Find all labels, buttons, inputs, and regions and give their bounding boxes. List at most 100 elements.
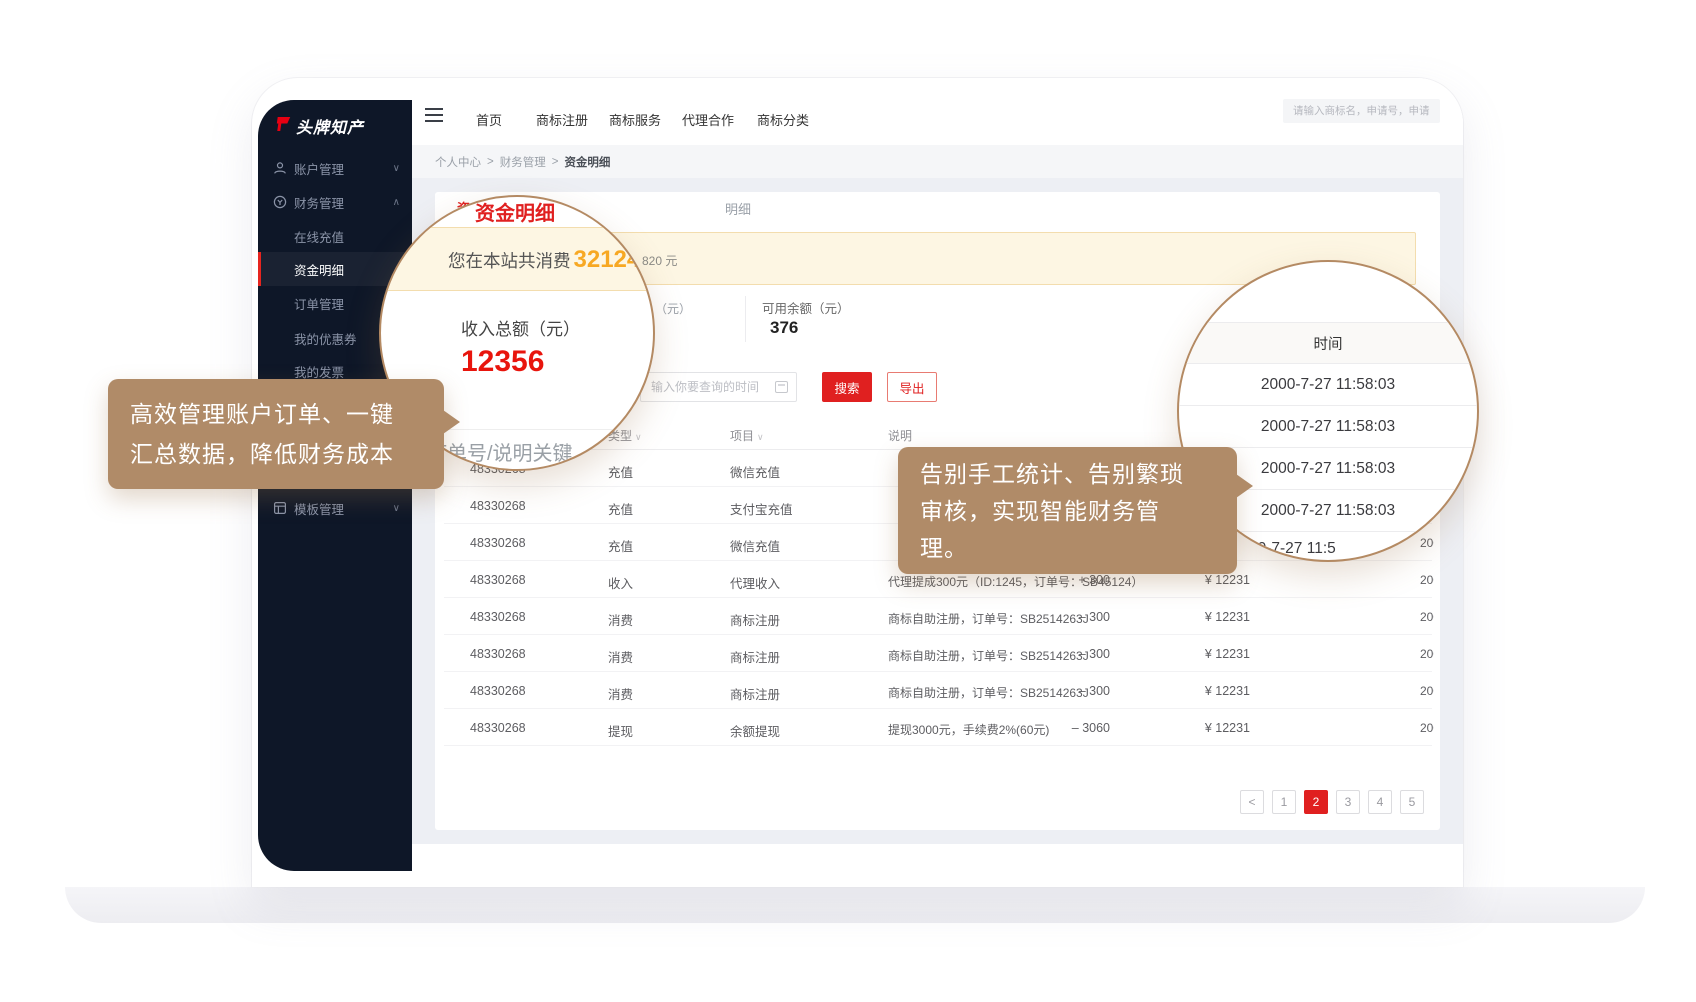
cell-time: 2000-7-27 11:58:03 bbox=[1420, 536, 1434, 550]
cell-type: 消费 bbox=[608, 610, 633, 629]
breadcrumb-current: 资金明细 bbox=[564, 154, 610, 170]
breadcrumb-separator: > bbox=[487, 156, 494, 168]
cell-amount: – 3060 bbox=[995, 721, 1110, 735]
table-row: 48330268 消费 商标注册 商标自助注册，订单号：SB2514263J –… bbox=[444, 598, 1432, 635]
cell-project: 代理收入 bbox=[730, 573, 780, 592]
cell-order: 48330268 bbox=[470, 684, 526, 698]
top-navbar: 首页 商标注册 商标服务 代理合作 商标分类 bbox=[412, 78, 1463, 145]
sidebar-item-finance[interactable]: 财务管理 ∧ bbox=[258, 185, 412, 219]
cell-project: 微信充值 bbox=[730, 536, 780, 555]
callout-right-line: 理。 bbox=[920, 530, 1237, 567]
cell-project: 商标注册 bbox=[730, 647, 780, 666]
sidebar-item-label: 我的发票 bbox=[294, 362, 344, 381]
cell-balance: ¥ 12231 bbox=[1125, 721, 1250, 735]
lens-banner-amount: 32124 bbox=[571, 246, 644, 273]
pagination-page-4[interactable]: 4 bbox=[1368, 790, 1392, 814]
cell-type: 消费 bbox=[608, 684, 633, 703]
brand-logo-icon bbox=[274, 115, 292, 138]
brand-logo: 头牌知产 bbox=[274, 114, 364, 138]
export-button[interactable]: 导出 bbox=[887, 372, 937, 402]
sidebar-item-label: 在线充值 bbox=[294, 227, 344, 246]
lens-income-value: 12356 bbox=[461, 345, 544, 379]
stat-balance-value: 376 bbox=[770, 318, 798, 338]
cell-balance: ¥ 12231 bbox=[1125, 684, 1250, 698]
lens-header-fragment: 订单号/说明关键 bbox=[427, 437, 573, 466]
search-input[interactable] bbox=[1283, 99, 1440, 123]
cell-order: 48330268 bbox=[470, 499, 526, 513]
pagination-page-2[interactable]: 2 bbox=[1304, 790, 1328, 814]
sidebar-item-label: 财务管理 bbox=[294, 193, 344, 212]
sidebar-item-label: 订单管理 bbox=[294, 294, 344, 313]
search-button[interactable]: 搜索 bbox=[822, 372, 872, 402]
template-icon bbox=[272, 500, 288, 516]
cell-type: 消费 bbox=[608, 647, 633, 666]
cell-project: 微信充值 bbox=[730, 462, 780, 481]
nav-item-agent[interactable]: 代理合作 bbox=[682, 110, 734, 129]
pagination-page-5[interactable]: 5 bbox=[1400, 790, 1424, 814]
chevron-down-icon: ∨ bbox=[393, 163, 400, 174]
chevron-down-icon: ∨ bbox=[393, 503, 400, 514]
cell-time: 2000-7-27 11:58:03 bbox=[1420, 610, 1434, 624]
lens-banner: 您在本站共消费32124大 bbox=[379, 227, 655, 291]
cell-balance: ¥ 12231 bbox=[1125, 573, 1250, 587]
lens-banner-text: 您在本站共消费32124大 bbox=[448, 246, 655, 274]
sidebar-item-label: 模板管理 bbox=[294, 499, 344, 518]
callout-right-line: 审核，实现智能财务管 bbox=[920, 493, 1237, 530]
cell-amount: – 300 bbox=[995, 684, 1110, 698]
callout-arrow-icon bbox=[1236, 474, 1253, 498]
person-icon bbox=[272, 160, 288, 176]
breadcrumb-item[interactable]: 财务管理 bbox=[500, 154, 546, 170]
stat-balance-label: 可用余额（元） bbox=[762, 298, 850, 317]
cell-time: 2000-7-27 11:58:03 bbox=[1420, 721, 1434, 735]
header-project[interactable]: 项目∨ bbox=[730, 427, 764, 444]
nav-item-tm-register[interactable]: 商标注册 bbox=[536, 110, 588, 129]
cell-type: 充值 bbox=[608, 499, 633, 518]
header-desc: 说明 bbox=[888, 427, 912, 444]
callout-right-line: 告别手工统计、告别繁琐 bbox=[920, 456, 1237, 493]
hamburger-icon[interactable] bbox=[425, 108, 443, 126]
cell-type: 充值 bbox=[608, 536, 633, 555]
cell-amount: + 300 bbox=[995, 573, 1110, 587]
tab-fragment[interactable]: 明细 bbox=[725, 199, 751, 218]
cell-time: 2000-7-27 11:58:03 bbox=[1420, 573, 1434, 587]
pagination-page-3[interactable]: 3 bbox=[1336, 790, 1360, 814]
calendar-icon[interactable] bbox=[775, 381, 788, 393]
date-query-input[interactable] bbox=[640, 372, 797, 402]
chevron-up-icon: ∧ bbox=[393, 197, 400, 208]
lens-income-label: 收入总额（元） bbox=[461, 315, 580, 340]
finance-icon bbox=[272, 194, 288, 210]
callout-left-line: 汇总数据，降低财务成本 bbox=[130, 434, 444, 474]
page: 头牌知产 账户管理 ∨ 财务管理 ∧ 在线充值 资金明细 bbox=[0, 0, 1696, 1002]
cell-balance: ¥ 12231 bbox=[1125, 647, 1250, 661]
lens-tab-fragment: 资金明细 bbox=[475, 197, 555, 226]
sidebar-item-account[interactable]: 账户管理 ∨ bbox=[258, 151, 412, 185]
breadcrumb: 个人中心 > 财务管理 > 资金明细 bbox=[412, 145, 1463, 178]
cell-project: 商标注册 bbox=[730, 610, 780, 629]
pagination: < 1 2 3 4 5 bbox=[1240, 790, 1424, 814]
cell-type: 充值 bbox=[608, 462, 633, 481]
cell-order: 48330268 bbox=[470, 610, 526, 624]
cell-order: 48330268 bbox=[470, 573, 526, 587]
nav-item-tm-class[interactable]: 商标分类 bbox=[757, 110, 809, 129]
cell-amount: – 300 bbox=[995, 647, 1110, 661]
nav-item-tm-service[interactable]: 商标服务 bbox=[609, 110, 661, 129]
sidebar-item-template[interactable]: 模板管理 ∨ bbox=[258, 491, 412, 525]
callout-right: 告别手工统计、告别繁琐 审核，实现智能财务管 理。 bbox=[898, 447, 1237, 574]
sidebar-item-label: 资金明细 bbox=[294, 260, 344, 279]
lens-time-header: 时间 bbox=[1179, 322, 1477, 364]
pagination-page-1[interactable]: 1 bbox=[1272, 790, 1296, 814]
breadcrumb-item[interactable]: 个人中心 bbox=[435, 154, 481, 170]
cell-order: 48330268 bbox=[470, 721, 526, 735]
nav-item-home[interactable]: 首页 bbox=[476, 110, 502, 129]
cell-time: 2000-7-27 11:58:03 bbox=[1420, 684, 1434, 698]
stat-divider bbox=[745, 296, 746, 342]
sort-caret-icon: ∨ bbox=[757, 432, 764, 442]
cell-project: 商标注册 bbox=[730, 684, 780, 703]
cell-balance: ¥ 12231 bbox=[1125, 610, 1250, 624]
pagination-prev[interactable]: < bbox=[1240, 790, 1264, 814]
brand-name: 头牌知产 bbox=[296, 114, 364, 138]
table-row: 48330268 消费 商标注册 商标自助注册，订单号：SB2514263J –… bbox=[444, 672, 1432, 709]
table-row: 48330268 消费 商标注册 商标自助注册，订单号：SB2514263J –… bbox=[444, 635, 1432, 672]
stat-middle-label: （元） bbox=[655, 300, 691, 317]
cell-project: 支付宝充值 bbox=[730, 499, 793, 518]
